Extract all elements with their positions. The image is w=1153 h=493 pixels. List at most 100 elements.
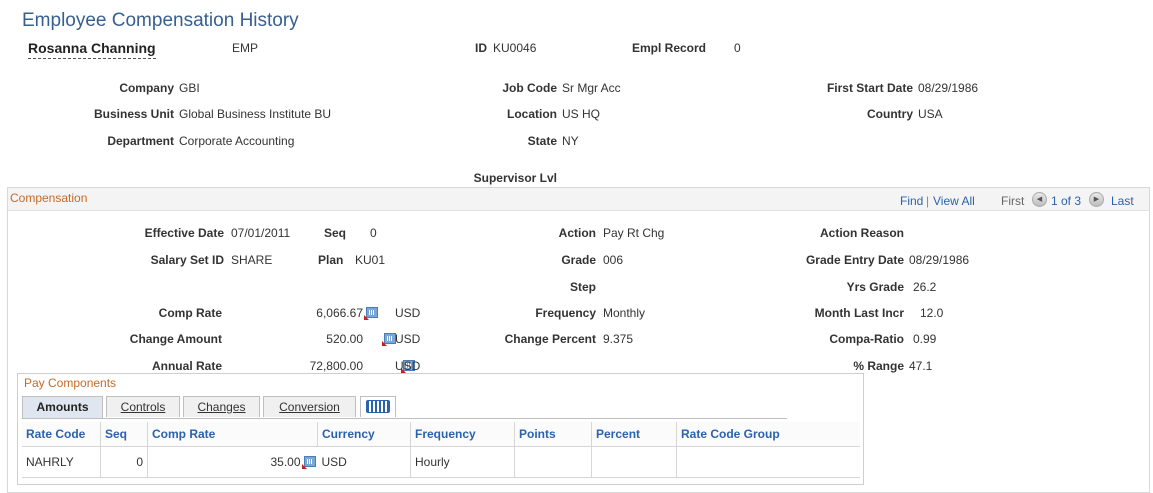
change-percent-value: 9.375 [603, 332, 634, 346]
location-value: US HQ [562, 107, 601, 121]
job-code-value: Sr Mgr Acc [562, 81, 621, 95]
column-header-rate-code-group[interactable]: Rate Code Group [676, 422, 860, 447]
next-icon[interactable]: ▶ [1089, 192, 1104, 207]
action-value: Pay Rt Chg [603, 226, 665, 240]
first-start-date-label: First Start Date [826, 81, 913, 95]
column-header-points[interactable]: Points [514, 422, 592, 447]
id-value: KU0046 [493, 41, 537, 55]
cell-comp-rate-value: 35.00 [270, 455, 301, 469]
pay-components-grid: Pay Components Amounts Controls Changes … [17, 373, 864, 485]
business-unit-label: Business Unit [93, 107, 174, 121]
cell-currency: USD [317, 446, 411, 478]
comp-rate-label: Comp Rate [158, 306, 222, 320]
comp-rate-currency: USD [395, 306, 421, 320]
cell-seq: 0 [100, 446, 148, 478]
cell-percent [591, 446, 677, 478]
state-value: NY [562, 134, 579, 148]
supervisor-lvl-label: Supervisor Lvl [473, 171, 557, 185]
month-last-incr-value: 12.0 [920, 306, 944, 320]
show-all-columns-icon[interactable] [360, 396, 396, 417]
grade-value: 006 [603, 253, 624, 267]
company-label: Company [119, 81, 174, 95]
month-last-incr-label: Month Last Incr [814, 306, 904, 320]
page-indicator: 1 of 3 [1051, 194, 1082, 208]
plan-value: KU01 [355, 253, 386, 267]
table-row: NAHRLY 0 35.00 USD Hourly [22, 446, 860, 478]
empl-record-label: Empl Record [632, 41, 707, 55]
grade-label: Grade [561, 253, 596, 267]
id-label: ID [475, 41, 487, 55]
link-separator: | [926, 194, 930, 208]
business-unit-value: Global Business Institute BU [179, 107, 332, 121]
department-label: Department [107, 134, 174, 148]
state-label: State [527, 134, 557, 148]
find-link[interactable]: Find [900, 194, 923, 208]
tab-changes[interactable]: Changes [183, 396, 260, 417]
effective-date-label: Effective Date [144, 226, 224, 240]
change-amount-label: Change Amount [129, 332, 222, 346]
annual-rate-label: Annual Rate [151, 359, 222, 373]
pay-components-table: Rate Code Seq Comp Rate Currency Frequen… [22, 422, 860, 478]
grade-entry-date-label: Grade Entry Date [805, 253, 904, 267]
yrs-grade-value: 26.2 [913, 280, 937, 294]
employee-name[interactable]: Rosanna Channing [28, 40, 156, 59]
country-label: Country [867, 107, 913, 121]
cell-frequency: Hourly [410, 446, 515, 478]
change-amount-value: 520.00 [326, 332, 363, 346]
seq-value: 0 [370, 226, 377, 240]
effective-date-value: 07/01/2011 [231, 226, 291, 240]
pay-components-title: Pay Components [24, 376, 117, 390]
first-start-date-value: 08/29/1986 [918, 81, 979, 95]
column-header-rate-code[interactable]: Rate Code [22, 422, 101, 447]
country-value: USA [918, 107, 943, 121]
compa-ratio-label: Compa-Ratio [829, 332, 904, 346]
calculator-icon[interactable] [364, 307, 378, 320]
frequency-label: Frequency [535, 306, 596, 320]
plan-label: Plan [318, 253, 344, 267]
annual-rate-value: 72,800.00 [309, 359, 363, 373]
action-label: Action [558, 226, 596, 240]
change-percent-label: Change Percent [504, 332, 596, 346]
yrs-grade-label: Yrs Grade [846, 280, 904, 294]
tab-controls[interactable]: Controls [106, 396, 180, 417]
cell-rate-code-group [676, 446, 860, 478]
salary-set-id-value: SHARE [231, 253, 273, 267]
action-reason-label: Action Reason [819, 226, 904, 240]
column-header-frequency[interactable]: Frequency [410, 422, 515, 447]
last-link[interactable]: Last [1111, 194, 1134, 208]
tab-divider [22, 418, 787, 419]
column-header-seq[interactable]: Seq [100, 422, 148, 447]
frequency-value: Monthly [603, 306, 646, 320]
location-label: Location [507, 107, 557, 121]
compensation-title: Compensation [10, 191, 88, 205]
range-value: 47.1 [909, 359, 933, 373]
cell-rate-code: NAHRLY [22, 446, 101, 478]
employee-type: EMP [232, 41, 259, 55]
page-title: Employee Compensation History [22, 10, 299, 31]
seq-label: Seq [324, 226, 347, 240]
comp-rate-value: 6,066.67 [316, 306, 363, 320]
column-header-comp-rate[interactable]: Comp Rate [147, 422, 318, 447]
column-header-currency[interactable]: Currency [317, 422, 411, 447]
previous-icon[interactable]: ◀ [1032, 192, 1047, 207]
empl-record-value: 0 [734, 41, 741, 55]
calculator-icon[interactable] [301, 456, 316, 469]
view-all-link[interactable]: View All [933, 194, 975, 208]
cell-comp-rate: 35.00 [147, 446, 318, 478]
annual-rate-currency: USD [395, 359, 421, 373]
tab-conversion[interactable]: Conversion [263, 396, 356, 417]
compensation-header-bar: Compensation Find | View All First ◀ 1 o… [8, 188, 1149, 211]
compa-ratio-value: 0.99 [913, 332, 937, 346]
salary-set-id-label: Salary Set ID [150, 253, 224, 267]
tab-amounts[interactable]: Amounts [22, 396, 103, 418]
job-code-label: Job Code [502, 81, 557, 95]
change-amount-currency: USD [395, 332, 421, 346]
first-label: First [1001, 194, 1025, 208]
grade-entry-date-value: 08/29/1986 [909, 253, 970, 267]
company-value: GBI [179, 81, 200, 95]
department-value: Corporate Accounting [179, 134, 295, 148]
range-label: % Range [853, 359, 904, 373]
column-header-percent[interactable]: Percent [591, 422, 677, 447]
step-label: Step [569, 280, 596, 294]
cell-points [514, 446, 592, 478]
